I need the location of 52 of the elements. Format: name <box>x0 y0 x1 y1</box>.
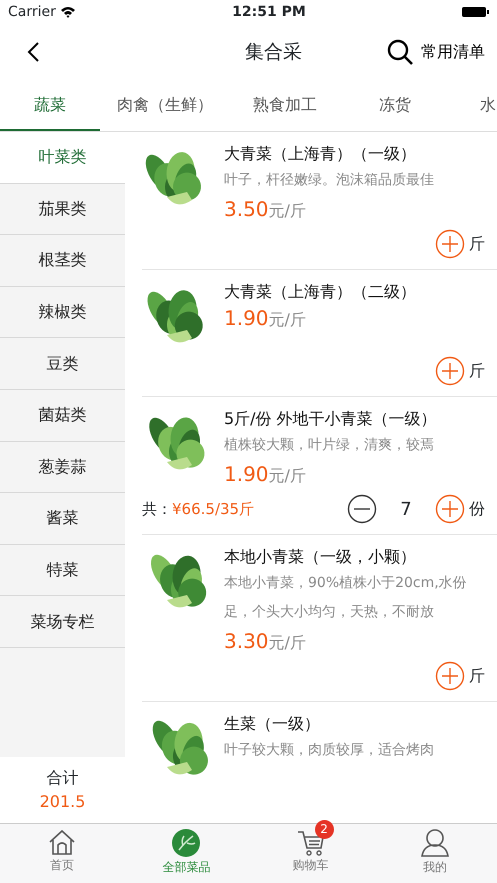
plus-icon <box>435 356 465 386</box>
category-tab[interactable]: 冻货 <box>340 80 450 131</box>
product-price: 3.50元/斤 <box>224 196 307 223</box>
unit-label: 斤 <box>469 665 485 687</box>
product-name: 本地小青菜（一级，小颗） <box>224 546 417 568</box>
sidebar-item[interactable]: 叶菜类 <box>0 132 125 184</box>
plus-icon <box>435 494 465 524</box>
unit-label: 斤 <box>469 360 485 382</box>
add-button[interactable] <box>435 356 465 386</box>
product-price: 3.30元/斤 <box>224 628 307 655</box>
plus-icon <box>435 661 465 691</box>
home-icon <box>47 828 78 856</box>
favorites-link[interactable]: 常用清单 <box>421 40 485 64</box>
wifi-icon <box>60 5 76 19</box>
product-description: 植株较大颗，叶片绿，清爽，较焉 <box>224 436 435 455</box>
add-button[interactable] <box>435 494 465 524</box>
product-name: 大青菜（上海青）（一级） <box>224 143 417 165</box>
tab-bar-item[interactable]: 首页 <box>0 824 124 883</box>
product-description: 叶子较大颗，肉质较厚，适合烤肉 <box>224 741 435 760</box>
search-button[interactable] <box>387 39 413 65</box>
category-tab[interactable]: 水 <box>450 80 496 131</box>
minus-icon <box>347 494 377 524</box>
product-name: 大青菜（上海青）（二级） <box>224 281 417 303</box>
product-name: 5斤/份 外地干小青菜（一级） <box>224 408 438 430</box>
product-price: 1.90元/斤 <box>224 305 307 332</box>
product-description: 叶子，杆径嫩绿。泡沫箱品质最佳 <box>224 171 435 190</box>
order-total: 共：¥66.5/35斤 <box>142 498 254 520</box>
carrier-label: Carrier <box>8 2 56 22</box>
back-icon <box>26 41 40 63</box>
quantity-value: 7 <box>399 498 413 522</box>
back-button[interactable] <box>26 41 40 63</box>
product-name: 生菜（一级） <box>224 713 321 735</box>
decrease-button[interactable] <box>347 494 377 524</box>
search-icon <box>387 39 413 65</box>
cart-badge: 2 <box>314 820 334 839</box>
total-value: 201.5 <box>38 791 86 813</box>
add-button[interactable] <box>435 229 465 259</box>
battery-icon <box>462 6 489 18</box>
product-price: 1.90元/斤 <box>224 461 307 488</box>
add-button[interactable] <box>435 661 465 691</box>
category-tab[interactable]: 熟食加工 <box>230 80 340 131</box>
tab-bar-item[interactable]: 全部菜品 <box>124 824 248 883</box>
clock: 12:51 PM <box>232 2 306 22</box>
tab-bar-item[interactable]: 我的 <box>372 824 497 883</box>
product-description: 本地小青菜，90%植株小于20cm,水份足，个头大小均匀，天热，不耐放 <box>224 574 468 622</box>
unit-label: 份 <box>469 498 485 520</box>
profile-icon <box>420 828 450 858</box>
category-tab[interactable]: 肉禽（生鲜） <box>100 80 230 131</box>
unit-label: 斤 <box>469 233 485 255</box>
plus-icon <box>435 229 465 259</box>
page-title: 集合采 <box>245 40 302 63</box>
total-label: 合计 <box>46 767 80 789</box>
